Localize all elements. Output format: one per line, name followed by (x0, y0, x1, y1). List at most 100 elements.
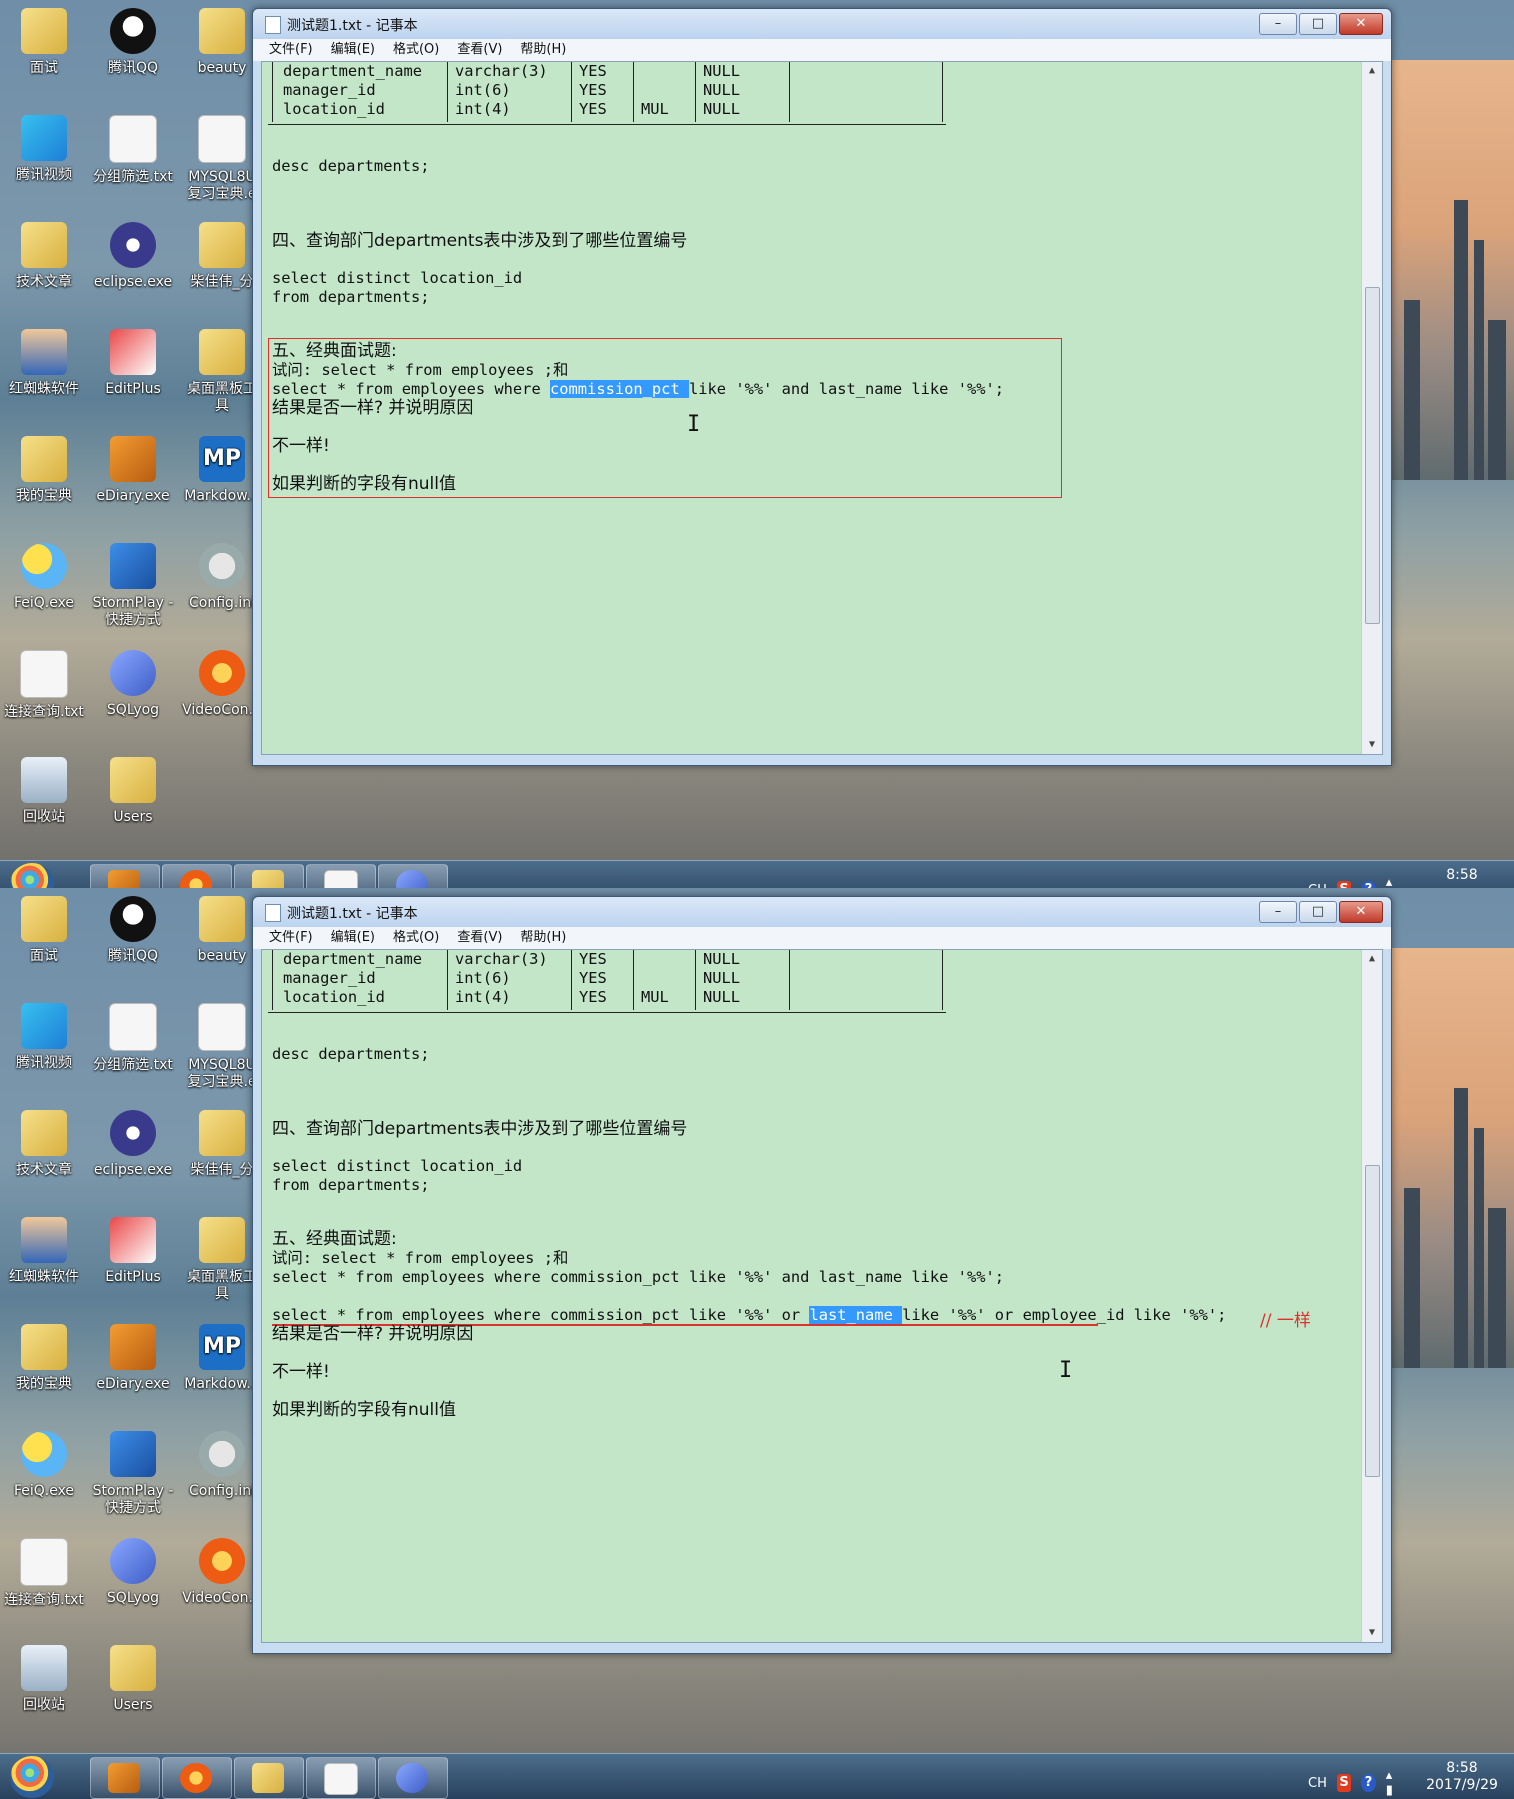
desktop-icon[interactable]: Users (91, 757, 175, 826)
desktop-icon[interactable]: SQLyog (91, 1538, 175, 1607)
clock-date: 2017/9/29 (1426, 1777, 1498, 1793)
sogou-icon[interactable]: S (1336, 1774, 1352, 1792)
help-icon[interactable]: ? (1361, 881, 1376, 888)
start-button[interactable] (10, 1756, 54, 1798)
desktop-icon-label: EditPlus (105, 1269, 161, 1285)
taskbar-app[interactable] (378, 864, 448, 888)
scroll-up-arrow-icon[interactable]: ▲ (1362, 62, 1382, 80)
ediary-icon (108, 870, 140, 888)
clock[interactable]: 8:58 (1422, 867, 1502, 884)
taskbar-app[interactable] (378, 1757, 448, 1799)
desktop-icon[interactable]: StormPlay - 快捷方式 (91, 543, 175, 629)
folder-icon (110, 757, 156, 803)
explorer-folder-icon (252, 870, 284, 888)
desktop-icon[interactable]: 红蜘蛛软件 (2, 329, 86, 398)
desktop-icon[interactable]: 连接查询.txt (2, 1538, 86, 1609)
menu-view[interactable]: 查看(V) (457, 927, 502, 949)
menu-edit[interactable]: 编辑(E) (331, 39, 375, 61)
table-cell: YES (579, 100, 607, 118)
ime-indicator[interactable]: CH (1308, 1776, 1327, 1791)
taskbar-app[interactable] (234, 864, 304, 888)
menu-file[interactable]: 文件(F) (269, 927, 313, 949)
text-editor[interactable]: department_name varchar(3) YES NULL mana… (261, 949, 1383, 1643)
close-button[interactable]: ✕ (1339, 901, 1383, 923)
desktop-icon[interactable]: EditPlus (91, 1217, 175, 1286)
desktop-icon[interactable]: 腾讯QQ (91, 896, 175, 965)
taskbar-app[interactable] (234, 1757, 304, 1799)
text-editor[interactable]: department_name varchar(3) YES NULL mana… (261, 61, 1383, 755)
desktop-icon[interactable]: 分组筛选.txt (91, 115, 175, 186)
menu-edit[interactable]: 编辑(E) (331, 927, 375, 949)
scroll-down-arrow-icon[interactable]: ▼ (1362, 1624, 1382, 1642)
taskbar-app[interactable] (306, 864, 376, 888)
table-cell: int(6) (455, 81, 511, 99)
desktop-icon[interactable]: eclipse.exe (91, 1110, 175, 1179)
table-cell: YES (579, 969, 607, 987)
desktop-icon[interactable]: 回收站 (2, 757, 86, 826)
desktop-icon[interactable]: 回收站 (2, 1645, 86, 1714)
desktop-icon[interactable]: 红蜘蛛软件 (2, 1217, 86, 1286)
minimize-button[interactable]: – (1259, 13, 1297, 35)
taskbar-app[interactable] (90, 864, 160, 888)
taskbar-app[interactable] (162, 1757, 232, 1799)
desktop-icon[interactable]: 技术文章 (2, 1110, 86, 1179)
desktop-icon[interactable]: 面试 (2, 8, 86, 77)
minimize-button[interactable]: – (1259, 901, 1297, 923)
notepad-window[interactable]: 测试题1.txt - 记事本 – □ ✕ 文件(F) 编辑(E) 格式(O) 查… (252, 896, 1392, 1654)
taskbar-app[interactable] (306, 1757, 376, 1799)
menu-view[interactable]: 查看(V) (457, 39, 502, 61)
desktop-icon-label: eDiary.exe (96, 488, 170, 504)
scroll-thumb[interactable] (1365, 1165, 1380, 1477)
menu-format[interactable]: 格式(O) (393, 927, 439, 949)
desktop-icon[interactable]: 分组筛选.txt (91, 1003, 175, 1074)
person-icon (21, 1217, 67, 1263)
desktop-icon[interactable]: eDiary.exe (91, 436, 175, 505)
sogou-icon[interactable]: S (1336, 881, 1352, 888)
desktop-icon[interactable]: 面试 (2, 896, 86, 965)
desktop-icon[interactable]: 腾讯QQ (91, 8, 175, 77)
network-signal-icon[interactable]: ▴ ▮ (1386, 875, 1400, 888)
desktop-icon-label: 面试 (30, 948, 58, 964)
scroll-up-arrow-icon[interactable]: ▲ (1362, 950, 1382, 968)
desktop-icon[interactable]: eclipse.exe (91, 222, 175, 291)
desktop-icon[interactable]: SQLyog (91, 650, 175, 719)
desktop-icon[interactable]: eDiary.exe (91, 1324, 175, 1393)
title-bar[interactable]: 测试题1.txt - 记事本 – □ ✕ (253, 897, 1391, 927)
desktop-icon-label: 回收站 (23, 1697, 65, 1713)
menu-file[interactable]: 文件(F) (269, 39, 313, 61)
vertical-scrollbar[interactable]: ▲ ▼ (1361, 62, 1382, 754)
desktop-icon[interactable]: 腾讯视频 (2, 1003, 86, 1072)
menu-help[interactable]: 帮助(H) (520, 927, 566, 949)
desktop-icon[interactable]: FeiQ.exe (2, 1431, 86, 1500)
menu-format[interactable]: 格式(O) (393, 39, 439, 61)
maximize-button[interactable]: □ (1299, 13, 1337, 35)
diary-book-icon (110, 1324, 156, 1370)
taskbar-app[interactable] (162, 864, 232, 888)
text-line: select * from employees where commission… (272, 1268, 1005, 1286)
menu-help[interactable]: 帮助(H) (520, 39, 566, 61)
clock[interactable]: 8:58 2017/9/29 (1422, 1760, 1502, 1794)
network-signal-icon[interactable]: ▴ ▮ (1386, 1768, 1400, 1798)
maximize-button[interactable]: □ (1299, 901, 1337, 923)
desktop-icon[interactable]: 连接查询.txt (2, 650, 86, 721)
help-icon[interactable]: ? (1361, 1774, 1376, 1792)
scroll-down-arrow-icon[interactable]: ▼ (1362, 736, 1382, 754)
desktop-icon[interactable]: FeiQ.exe (2, 543, 86, 612)
desktop-icon[interactable]: 我的宝典 (2, 1324, 86, 1393)
window-title: 测试题1.txt - 记事本 (287, 906, 418, 922)
title-bar[interactable]: 测试题1.txt - 记事本 – □ ✕ (253, 9, 1391, 39)
desktop-icon[interactable]: 我的宝典 (2, 436, 86, 505)
desktop-icon[interactable]: StormPlay - 快捷方式 (91, 1431, 175, 1517)
taskbar-app[interactable] (90, 1757, 160, 1799)
close-button[interactable]: ✕ (1339, 13, 1383, 35)
desktop-icon-label: VideoCon... (182, 702, 262, 718)
start-button[interactable] (10, 863, 54, 888)
scroll-thumb[interactable] (1365, 287, 1380, 624)
desktop-icon[interactable]: EditPlus (91, 329, 175, 398)
desktop-icon[interactable]: Users (91, 1645, 175, 1714)
vertical-scrollbar[interactable]: ▲ ▼ (1361, 950, 1382, 1642)
notepad-window[interactable]: 测试题1.txt - 记事本 – □ ✕ 文件(F) 编辑(E) 格式(O) 查… (252, 8, 1392, 766)
table-cell: int(6) (455, 969, 511, 987)
desktop-icon[interactable]: 腾讯视频 (2, 115, 86, 184)
desktop-icon[interactable]: 技术文章 (2, 222, 86, 291)
